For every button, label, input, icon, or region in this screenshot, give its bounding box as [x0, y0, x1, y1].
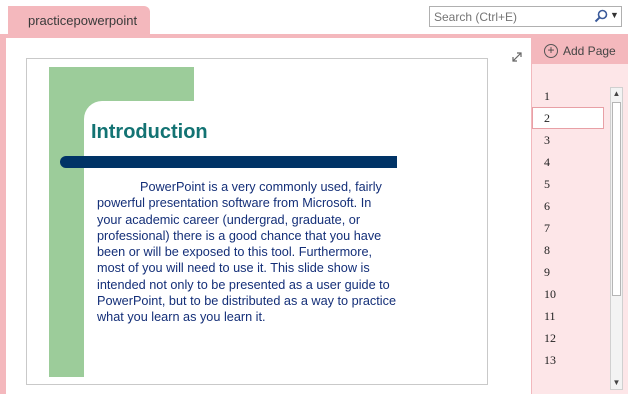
add-icon: + [544, 44, 558, 58]
page-canvas[interactable]: Introduction PowerPoint is a very common… [6, 38, 530, 394]
slide-title: Introduction [91, 121, 208, 143]
page-list-item[interactable]: 10 [532, 283, 608, 305]
page-list-panel: + Add Page 1 2 3 4 5 6 7 8 9 10 11 12 13 ▲ ▼ [531, 38, 628, 394]
add-page-button[interactable]: + Add Page [544, 41, 616, 61]
page-list-item[interactable]: 13 [532, 349, 608, 371]
scroll-down-icon[interactable]: ▼ [611, 377, 622, 389]
page-list-item[interactable]: 11 [532, 305, 608, 327]
page-list-item[interactable]: 6 [532, 195, 608, 217]
page-list-item[interactable]: 1 [532, 85, 608, 107]
section-tab-label: practicepowerpoint [28, 13, 138, 28]
top-bar: practicepowerpoint ▼ [0, 0, 628, 34]
page-list-item[interactable]: 7 [532, 217, 608, 239]
page-list-item[interactable]: 4 [532, 151, 608, 173]
page-list-item[interactable]: 2 [532, 107, 604, 129]
search-icon[interactable] [594, 9, 608, 23]
page-list-item[interactable]: 3 [532, 129, 608, 151]
search-dropdown-icon[interactable]: ▼ [610, 10, 619, 20]
page-list: 1 2 3 4 5 6 7 8 9 10 11 12 13 [532, 85, 608, 371]
search-box[interactable]: ▼ [429, 6, 622, 27]
page-list-scrollbar[interactable]: ▲ ▼ [610, 87, 623, 390]
search-input[interactable] [434, 8, 584, 25]
page-list-item[interactable]: 8 [532, 239, 608, 261]
page-list-item[interactable]: 5 [532, 173, 608, 195]
add-page-header: + Add Page [532, 38, 628, 64]
add-page-label: Add Page [563, 44, 616, 58]
page-list-item[interactable]: 12 [532, 327, 608, 349]
scroll-thumb[interactable] [612, 102, 621, 296]
slide-title-underline [60, 156, 397, 168]
slide-body-text: PowerPoint is a very commonly used, fair… [97, 180, 397, 325]
section-tab[interactable]: practicepowerpoint [8, 6, 150, 34]
slide-image[interactable]: Introduction PowerPoint is a very common… [26, 58, 488, 385]
expand-icon[interactable] [510, 50, 524, 64]
page-list-item[interactable]: 9 [532, 261, 608, 283]
scroll-up-icon[interactable]: ▲ [611, 88, 622, 100]
